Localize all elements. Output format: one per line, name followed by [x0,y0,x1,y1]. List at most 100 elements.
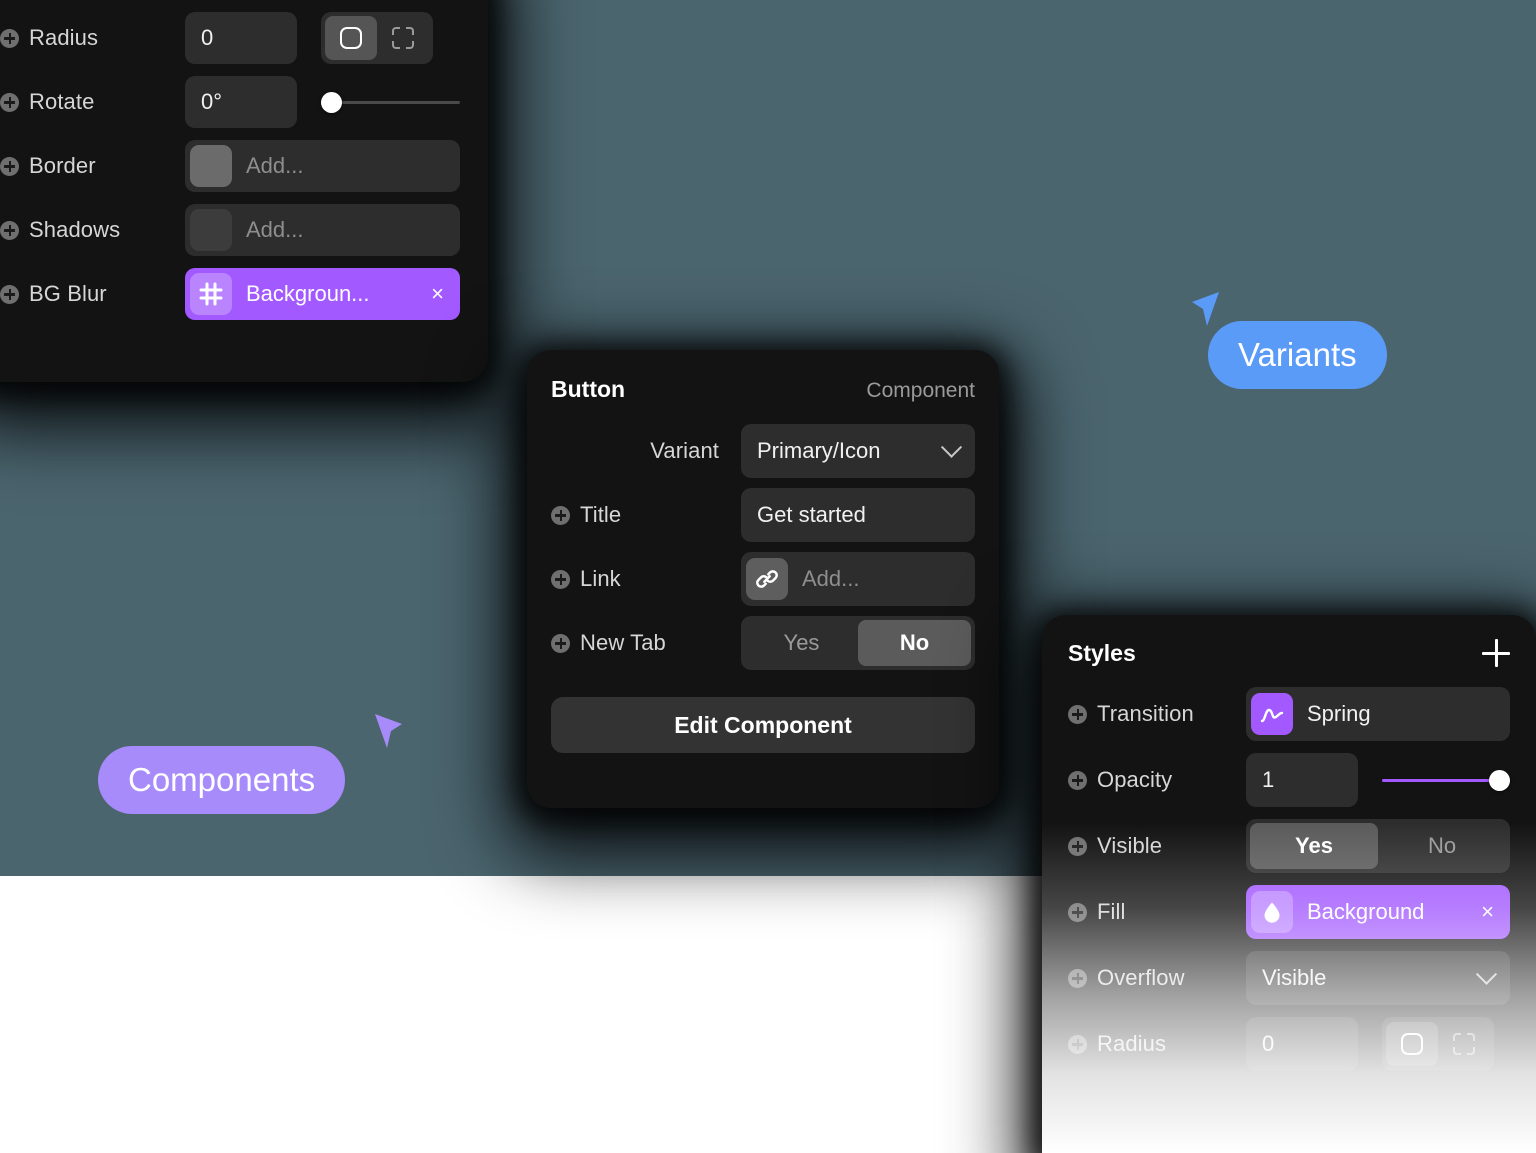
panel-title: Button [551,376,626,402]
property-label-bg-blur: BG Blur [0,281,185,307]
rotate-value: 0° [201,89,223,114]
shadow-swatch[interactable] [190,209,232,251]
rotate-input[interactable]: 0° [185,76,297,128]
property-label-opacity: Opacity [1068,767,1246,793]
label-text: Rotate [29,89,95,114]
app-canvas: Radius 0 Rotate 0° Border Add... Shadows… [0,0,1536,1153]
radius-input-styles[interactable]: 0 [1246,1017,1358,1071]
property-row-fill: Fill Background × [1068,885,1510,939]
add-plus-icon[interactable] [0,284,19,304]
border-placeholder: Add... [246,153,304,178]
new-tab-yes-option[interactable]: Yes [745,620,858,666]
add-plus-icon[interactable] [1068,1034,1087,1054]
add-plus-icon[interactable] [0,92,19,112]
radius-mode-segmented [321,12,433,64]
radius-uniform-button[interactable] [325,16,377,60]
option-label: No [899,630,930,655]
annotation-label: Components [128,761,316,798]
radius-individual-button[interactable] [1438,1022,1490,1066]
radius-input[interactable]: 0 [185,12,297,64]
chevron-down-icon [940,436,963,458]
visible-yes-option[interactable]: Yes [1250,823,1378,869]
link-chain-icon [746,558,788,600]
add-plus-icon[interactable] [551,505,570,525]
new-tab-no-option[interactable]: No [858,620,971,666]
bg-blur-chip[interactable]: Backgroun... × [185,268,460,320]
rounded-square-icon [1401,1033,1423,1055]
property-label-link: Link [551,566,741,592]
spring-curve-icon [1251,693,1293,735]
transition-field[interactable]: Spring [1246,687,1510,741]
add-plus-icon[interactable] [0,28,19,48]
add-plus-icon[interactable] [0,156,19,176]
property-label-new-tab: New Tab [551,630,741,656]
property-label-rotate: Rotate [0,89,185,115]
radius-uniform-button[interactable] [1386,1022,1438,1066]
property-row-title: Title Get started [551,488,975,542]
component-panel-header: Button Component [551,376,975,403]
property-row-shadows: Shadows Add... [0,204,460,256]
add-style-button[interactable] [1482,639,1510,667]
property-row-overflow: Overflow Visible [1068,951,1510,1005]
property-label-overflow: Overflow [1068,965,1246,991]
title-input[interactable]: Get started [741,488,975,542]
border-add-field[interactable]: Add... [185,140,460,192]
option-label: No [1427,833,1457,858]
transition-value: Spring [1307,701,1371,726]
label-text: Transition [1097,701,1194,726]
property-label-border: Border [0,153,185,179]
radius-individual-button[interactable] [377,16,429,60]
visible-no-option[interactable]: No [1378,823,1506,869]
overflow-dropdown[interactable]: Visible [1246,951,1510,1005]
frame-hash-icon [190,273,232,315]
property-label-transition: Transition [1068,701,1246,727]
visible-toggle: Yes No [1246,819,1510,873]
component-panel-button: Button Component Variant Primary/Icon Ti… [527,350,999,808]
opacity-input[interactable]: 1 [1246,753,1358,807]
label-text: Opacity [1097,767,1173,792]
chip-label: Backgroun... [246,281,370,306]
radius-value: 0 [1262,1031,1275,1056]
close-icon[interactable]: × [1481,901,1494,923]
fill-chip[interactable]: Background × [1246,885,1510,939]
option-label: Yes [1295,833,1333,858]
radius-value: 0 [201,25,214,50]
label-text: New Tab [580,630,666,655]
cursor-arrow-icon [375,714,402,748]
property-row-new-tab: New Tab Yes No [551,616,975,670]
edit-component-button[interactable]: Edit Component [551,697,975,753]
panel-title: Styles [1068,639,1136,666]
slider-knob[interactable] [1489,769,1510,791]
close-icon[interactable]: × [431,283,444,305]
option-label: Yes [783,630,820,655]
add-plus-icon[interactable] [551,569,570,589]
color-swatch[interactable] [190,145,232,187]
add-plus-icon[interactable] [551,633,570,653]
label-text: Radius [1097,1031,1167,1056]
slider-knob[interactable] [321,91,342,113]
shadows-add-field[interactable]: Add... [185,204,460,256]
variant-value: Primary/Icon [757,438,881,463]
link-input[interactable]: Add... [741,552,975,606]
label-text: Radius [29,25,99,50]
shadows-placeholder: Add... [246,217,304,242]
rotate-slider[interactable] [321,76,460,128]
droplet-icon [1251,891,1293,933]
add-plus-icon[interactable] [0,220,19,240]
styles-panel-header: Styles [1068,639,1510,667]
label-text: Link [580,566,621,591]
add-plus-icon[interactable] [1068,770,1087,790]
add-plus-icon[interactable] [1068,704,1087,724]
property-label-title: Title [551,502,741,528]
add-plus-icon[interactable] [1068,836,1087,856]
label-text: Border [29,153,96,178]
variant-dropdown[interactable]: Primary/Icon [741,424,975,478]
add-plus-icon[interactable] [1068,968,1087,988]
property-row-rotate: Rotate 0° [0,76,460,128]
label-text: Visible [1097,833,1163,858]
properties-panel-left: Radius 0 Rotate 0° Border Add... Shadows… [0,0,488,382]
opacity-slider[interactable] [1382,754,1510,806]
property-label-shadows: Shadows [0,217,185,243]
add-plus-icon[interactable] [1068,902,1087,922]
property-label-fill: Fill [1068,899,1246,925]
